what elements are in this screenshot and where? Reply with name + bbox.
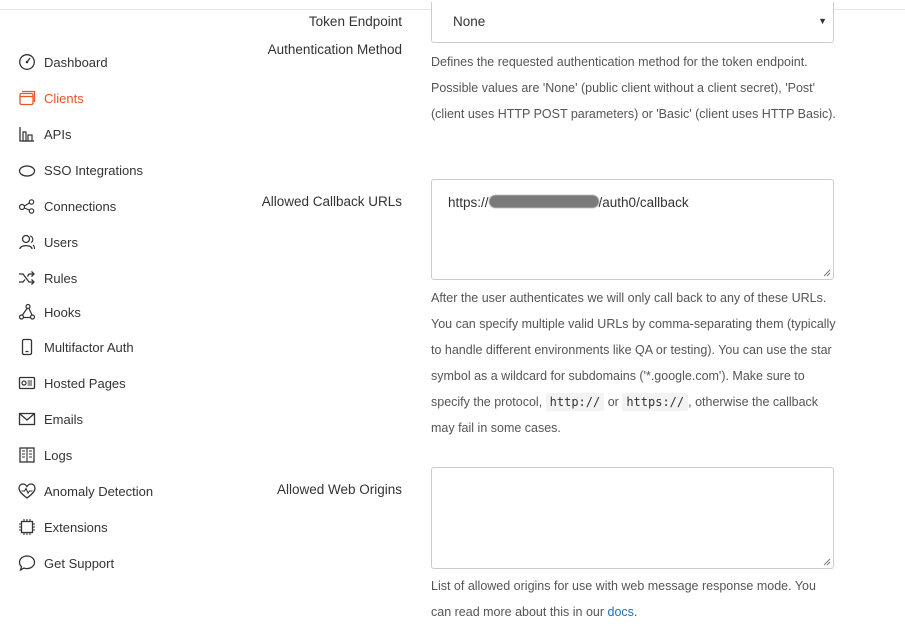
sidebar-item-label: Rules bbox=[44, 270, 78, 286]
callback-url-suffix: /auth0/callback bbox=[598, 195, 689, 210]
envelope-icon bbox=[18, 410, 36, 428]
sidebar-item-rules[interactable]: Rules bbox=[18, 267, 77, 289]
sidebar-item-label: Anomaly Detection bbox=[44, 483, 154, 499]
callback-urls-label: Allowed Callback URLs bbox=[261, 194, 402, 209]
sidebar-item-label: Hosted Pages bbox=[44, 375, 126, 391]
heart-pulse-icon bbox=[18, 482, 36, 500]
sidebar-item-label: SSO Integrations bbox=[44, 162, 143, 178]
sidebar-item-label: Hooks bbox=[44, 304, 81, 320]
sidebar-item-anomaly-detection[interactable]: Anomaly Detection bbox=[18, 480, 153, 502]
sidebar-item-sso-integrations[interactable]: SSO Integrations bbox=[18, 159, 143, 181]
sidebar-item-connections[interactable]: Connections bbox=[18, 195, 116, 217]
building-icon bbox=[18, 125, 36, 143]
chip-icon bbox=[18, 518, 36, 536]
sidebar-item-clients[interactable]: Clients bbox=[18, 87, 84, 109]
sidebar-item-hooks[interactable]: Hooks bbox=[18, 301, 81, 323]
sidebar-item-users[interactable]: Users bbox=[18, 231, 78, 253]
sidebar-item-label: Get Support bbox=[44, 555, 115, 571]
gauge-icon bbox=[18, 53, 36, 71]
resize-handle-icon[interactable] bbox=[823, 558, 831, 566]
sidebar-item-label: Logs bbox=[44, 447, 73, 463]
sidebar-item-label: Clients bbox=[44, 90, 84, 106]
sidebar-item-apis[interactable]: APIs bbox=[18, 123, 71, 145]
sidebar-item-label: Dashboard bbox=[44, 54, 108, 70]
callback-help-or: or bbox=[607, 395, 619, 409]
sidebar-item-logs[interactable]: Logs bbox=[18, 444, 72, 466]
web-origins-help: List of allowed origins for use with web… bbox=[431, 573, 836, 625]
sidebar-item-hosted-pages[interactable]: Hosted Pages bbox=[18, 372, 126, 394]
docs-link[interactable]: docs bbox=[608, 605, 634, 619]
callback-help-text: After the user authenticates we will onl… bbox=[431, 291, 836, 409]
callback-urls-help: After the user authenticates we will onl… bbox=[431, 285, 836, 441]
token-endpoint-label: Token Endpoint bbox=[308, 14, 402, 29]
hook-icon bbox=[18, 303, 36, 321]
chat-bubble-icon bbox=[18, 554, 36, 572]
book-icon bbox=[18, 446, 36, 464]
sidebar-item-multifactor-auth[interactable]: Multifactor Auth bbox=[18, 336, 134, 358]
connections-icon bbox=[18, 197, 36, 215]
sidebar-item-label: Emails bbox=[44, 411, 84, 427]
sidebar-item-get-support[interactable]: Get Support bbox=[18, 552, 114, 574]
window-stack-icon bbox=[18, 89, 36, 107]
sidebar-item-dashboard[interactable]: Dashboard bbox=[18, 51, 108, 73]
callback-url-prefix: https:// bbox=[448, 195, 489, 210]
phone-icon bbox=[18, 338, 36, 356]
callback-urls-textarea[interactable]: https:// /auth0/callback bbox=[431, 179, 834, 280]
sidebar-item-extensions[interactable]: Extensions bbox=[18, 516, 108, 538]
sidebar-item-label: Connections bbox=[44, 198, 117, 214]
web-origins-textarea[interactable] bbox=[431, 467, 834, 569]
sidebar-item-label: Users bbox=[44, 234, 78, 250]
cloud-icon bbox=[18, 161, 36, 179]
token-endpoint-help: Defines the requested authentication met… bbox=[431, 55, 836, 121]
authentication-method-label: Authentication Method bbox=[267, 42, 402, 57]
card-icon bbox=[18, 374, 36, 392]
web-origins-help-end: . bbox=[633, 605, 638, 619]
users-icon bbox=[18, 233, 36, 251]
token-endpoint-select-value: None bbox=[453, 14, 486, 29]
code-https: https:// bbox=[622, 393, 689, 411]
sidebar-item-label: Extensions bbox=[44, 519, 108, 535]
sidebar-item-label: Multifactor Auth bbox=[44, 339, 134, 355]
resize-handle-icon[interactable] bbox=[823, 269, 831, 277]
sidebar-item-emails[interactable]: Emails bbox=[18, 408, 83, 430]
callback-urls-value: https:// /auth0/callback bbox=[448, 195, 689, 210]
caret-down-icon: ▼ bbox=[818, 16, 827, 26]
token-endpoint-select[interactable]: None ▼ bbox=[431, 2, 834, 43]
code-http: http:// bbox=[545, 393, 605, 411]
sidebar: Dashboard Clients APIs SSO Integrations … bbox=[0, 0, 230, 644]
sidebar-item-label: APIs bbox=[44, 126, 72, 142]
redacted-domain bbox=[488, 195, 599, 208]
shuffle-icon bbox=[18, 269, 36, 287]
web-origins-label: Allowed Web Origins bbox=[276, 482, 402, 497]
